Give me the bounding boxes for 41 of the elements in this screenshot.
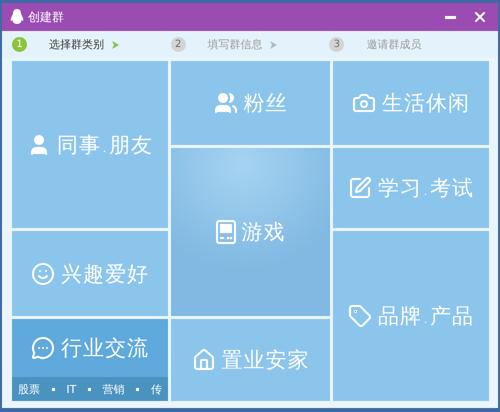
chevron-icon <box>112 40 119 48</box>
people-icon <box>214 90 238 115</box>
category-tile[interactable]: 同事.朋友 <box>12 61 168 228</box>
close-icon <box>472 9 488 25</box>
smile-icon <box>31 262 55 286</box>
tag-text: 传 <box>151 382 162 396</box>
minimize-icon <box>444 16 456 18</box>
tag-text: 股票 <box>18 382 40 396</box>
step-number: 2 <box>170 37 186 52</box>
category-tile[interactable]: 生活休闲 <box>333 61 489 145</box>
chevron-icon <box>270 40 278 48</box>
window-title: 创建群 <box>28 8 65 26</box>
pen-square-icon <box>348 176 372 200</box>
category-label: 同事.朋友 <box>57 132 153 159</box>
category-tile[interactable]: 粉丝 <box>171 61 330 145</box>
category-tile[interactable]: 游戏 <box>171 148 330 316</box>
category-label: 置业安家 <box>222 347 310 374</box>
step-label: 填写群信息 <box>208 37 263 52</box>
step-number: 1 <box>12 37 27 52</box>
category-label: 游戏 <box>242 219 286 246</box>
handheld-console-icon <box>216 220 236 244</box>
category-label: 生活休闲 <box>382 90 470 117</box>
category-label: 兴趣爱好 <box>61 260 149 288</box>
category-tile[interactable]: 行业交流 股票 IT 营销 传 <box>12 319 168 401</box>
category-label: 学习.考试 <box>378 175 474 202</box>
speech-bubble-icon <box>31 336 55 360</box>
tag-text: IT <box>66 382 76 396</box>
category-tile[interactable]: 学习.考试 <box>333 148 489 228</box>
category-tile[interactable]: 兴趣爱好 <box>12 231 168 316</box>
category-label: 品牌.产品 <box>378 303 474 330</box>
tag-icon <box>348 304 372 328</box>
step-label: 邀请群成员 <box>366 37 422 52</box>
category-tile[interactable]: 置业安家 <box>171 319 330 401</box>
step-label: 选择群类别 <box>49 37 104 52</box>
category-label: 粉丝 <box>244 90 288 117</box>
tag-text: 营销 <box>102 382 125 396</box>
penguin-icon <box>10 9 24 25</box>
category-tile[interactable]: 品牌.产品 <box>333 231 489 401</box>
category-label: 行业交流 <box>61 335 149 362</box>
house-icon <box>192 348 216 372</box>
step-number: 3 <box>329 37 344 52</box>
